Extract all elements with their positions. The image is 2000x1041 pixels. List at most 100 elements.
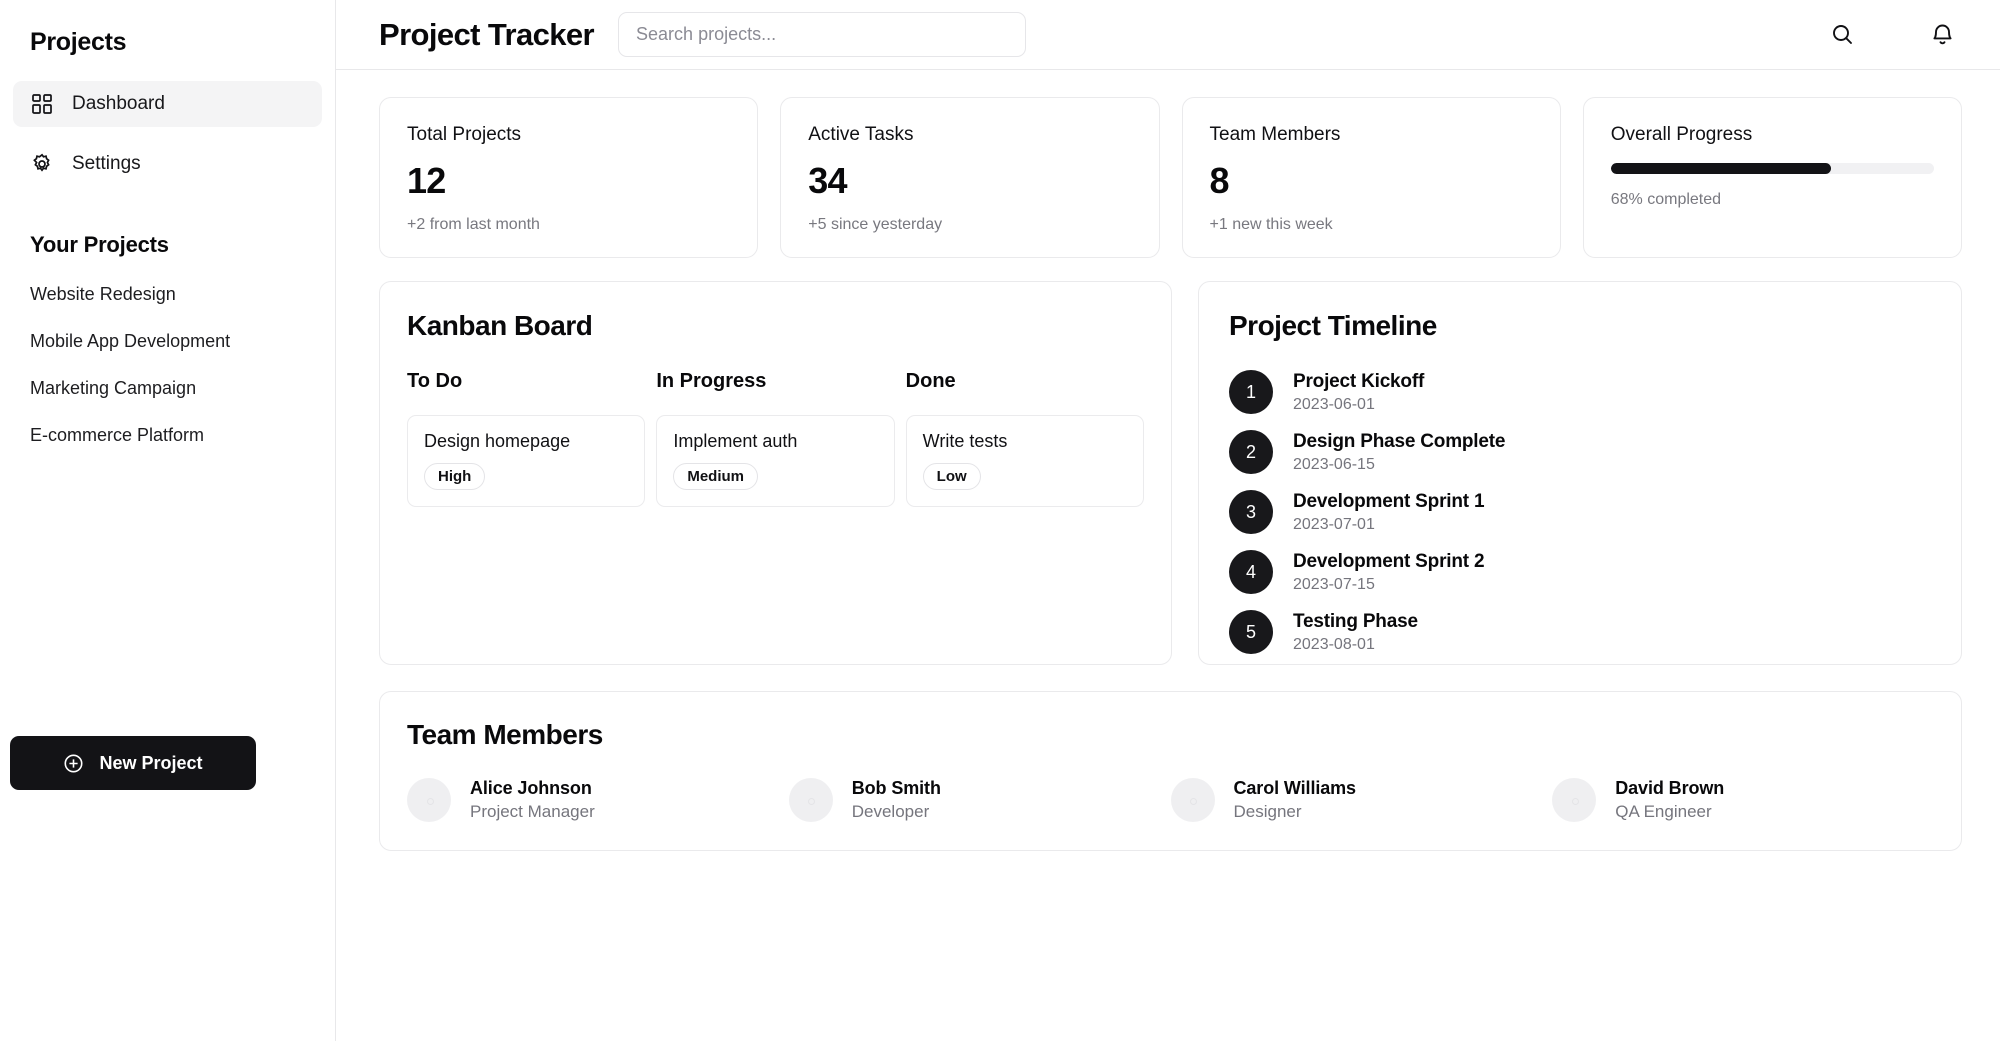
- team-member[interactable]: Alice Johnson Project Manager: [407, 778, 789, 822]
- task-card[interactable]: Design homepage High: [407, 415, 646, 507]
- stat-subtext: +1 new this week: [1209, 216, 1333, 233]
- your-projects-heading: Your Projects: [30, 232, 169, 257]
- timeline-item[interactable]: 1 Project Kickoff 2023-06-01: [1229, 370, 1931, 414]
- member-role: Project Manager: [470, 802, 595, 821]
- stat-label: Overall Progress: [1610, 124, 1753, 145]
- stat-value: 34: [808, 160, 847, 201]
- timeline-text: Design Phase Complete 2023-06-15: [1293, 431, 1505, 474]
- task-card[interactable]: Implement auth Medium: [656, 415, 895, 507]
- timeline-step-badge: 3: [1229, 490, 1273, 534]
- avatar: [407, 778, 451, 822]
- stat-subtext: +2 from last month: [407, 216, 540, 233]
- sidebar: Projects Dashboard Settings Your Project…: [0, 0, 336, 1041]
- timeline-date: 2023-06-15: [1293, 455, 1375, 473]
- priority-badge: High: [424, 463, 486, 490]
- kanban-heading: Kanban Board: [407, 310, 593, 341]
- stat-subtext: +5 since yesterday: [808, 216, 943, 233]
- grid-icon: [31, 93, 53, 115]
- stat-label: Team Members: [1209, 124, 1341, 145]
- project-item-mobile-app-development[interactable]: Mobile App Development: [13, 327, 322, 356]
- timeline-title: Testing Phase: [1293, 610, 1418, 632]
- timeline-text: Testing Phase 2023-08-01: [1293, 611, 1418, 654]
- notifications-button[interactable]: [1922, 15, 1962, 55]
- timeline-date: 2023-07-15: [1293, 575, 1375, 593]
- member-name: Carol Williams: [1233, 778, 1357, 798]
- member-text: Alice Johnson Project Manager: [470, 778, 595, 822]
- timeline-item[interactable]: 4 Development Sprint 2 2023-07-15: [1229, 550, 1931, 594]
- stats-row: Total Projects 12 +2 from last month Act…: [379, 97, 1962, 258]
- stat-value: 8: [1209, 160, 1230, 201]
- gear-icon: [31, 153, 53, 175]
- page-title: Project Tracker: [379, 16, 595, 52]
- kanban-column-title: To Do: [407, 370, 463, 392]
- timeline-step-badge: 2: [1229, 430, 1273, 474]
- project-item-marketing-campaign[interactable]: Marketing Campaign: [13, 374, 322, 403]
- kanban-column-title: Done: [905, 370, 956, 392]
- stat-card-team-members: Team Members 8 +1 new this week: [1181, 97, 1561, 258]
- member-text: Carol Williams Designer: [1233, 778, 1357, 822]
- timeline-step-badge: 1: [1229, 370, 1273, 414]
- member-name: Alice Johnson: [470, 778, 592, 798]
- timeline-date: 2023-06-01: [1293, 395, 1375, 413]
- project-item-ecommerce-platform[interactable]: E-commerce Platform: [13, 421, 322, 450]
- timeline-title: Design Phase Complete: [1293, 430, 1506, 452]
- bell-icon: [1930, 22, 1955, 47]
- team-grid: Alice Johnson Project Manager Bob Smith …: [407, 778, 1934, 822]
- sidebar-title: Projects: [30, 28, 127, 56]
- task-card[interactable]: Write tests Low: [905, 415, 1144, 507]
- search-icon: [1830, 22, 1855, 47]
- kanban-column-todo: To Do Design homepage High: [407, 370, 646, 507]
- team-member[interactable]: Bob Smith Developer: [788, 778, 1171, 822]
- timeline-title: Development Sprint 2: [1293, 550, 1485, 572]
- kanban-column-in-progress: In Progress Implement auth Medium: [656, 370, 895, 507]
- sidebar-item-settings[interactable]: Settings: [13, 141, 322, 187]
- avatar: [788, 778, 833, 822]
- stat-card-active-tasks: Active Tasks 34 +5 since yesterday: [780, 97, 1160, 258]
- progress-bar-fill: [1610, 163, 1831, 174]
- search-wrapper: [618, 12, 1027, 57]
- stat-value: 12: [407, 160, 446, 201]
- timeline-item[interactable]: 3 Development Sprint 1 2023-07-01: [1229, 490, 1931, 534]
- timeline-text: Development Sprint 2 2023-07-15: [1293, 550, 1485, 594]
- project-item-website-redesign[interactable]: Website Redesign: [13, 280, 322, 309]
- timeline-item[interactable]: 5 Testing Phase 2023-08-01: [1229, 610, 1931, 654]
- search-button[interactable]: [1822, 15, 1862, 55]
- topbar: Project Tracker: [336, 0, 2000, 70]
- task-title: Design homepage: [424, 431, 571, 451]
- priority-badge: Low: [922, 463, 981, 490]
- member-text: Bob Smith Developer: [852, 778, 941, 822]
- timeline-text: Development Sprint 1 2023-07-01: [1293, 491, 1485, 534]
- team-member[interactable]: Carol Williams Designer: [1170, 778, 1553, 822]
- content-area: Total Projects 12 +2 from last month Act…: [336, 70, 2000, 1041]
- kanban-columns: To Do Design homepage High In Progress I…: [407, 370, 1144, 507]
- timeline-title: Project Kickoff: [1293, 370, 1425, 392]
- timeline-heading: Project Timeline: [1229, 310, 1437, 341]
- timeline-item[interactable]: 2 Design Phase Complete 2023-06-15: [1229, 430, 1931, 474]
- new-project-button[interactable]: New Project: [10, 736, 256, 790]
- team-heading: Team Members: [407, 719, 603, 750]
- timeline-text: Project Kickoff 2023-06-01: [1293, 371, 1424, 414]
- avatar: [1552, 778, 1597, 822]
- stat-card-total-projects: Total Projects 12 +2 from last month: [379, 97, 759, 258]
- member-name: Bob Smith: [851, 778, 941, 798]
- member-name: David Brown: [1615, 778, 1725, 798]
- team-members-panel: Team Members Alice Johnson Project Manag…: [379, 691, 1962, 851]
- member-text: David Brown QA Engineer: [1615, 778, 1724, 822]
- main-area: Project Tracker Search projects... Total…: [336, 0, 2000, 1041]
- kanban-board-panel: Kanban Board To Do Design homepage High …: [379, 281, 1172, 665]
- timeline-date: 2023-08-01: [1293, 635, 1375, 653]
- middle-row: Kanban Board To Do Design homepage High …: [379, 281, 1962, 665]
- search-input[interactable]: [618, 12, 1027, 57]
- sidebar-item-dashboard[interactable]: Dashboard: [13, 81, 322, 127]
- new-project-label: New Project: [99, 752, 203, 773]
- team-member[interactable]: David Brown QA Engineer: [1552, 778, 1934, 822]
- avatar: [1170, 778, 1215, 822]
- stat-label: Active Tasks: [808, 124, 914, 145]
- member-role: QA Engineer: [1615, 802, 1712, 821]
- kanban-column-title: In Progress: [656, 370, 767, 392]
- priority-badge: Medium: [673, 463, 758, 490]
- progress-bar: [1610, 163, 1934, 174]
- stat-card-overall-progress: Overall Progress 68% completed: [1582, 97, 1962, 258]
- task-title: Implement auth: [673, 431, 798, 451]
- sidebar-item-label: Settings: [72, 153, 141, 174]
